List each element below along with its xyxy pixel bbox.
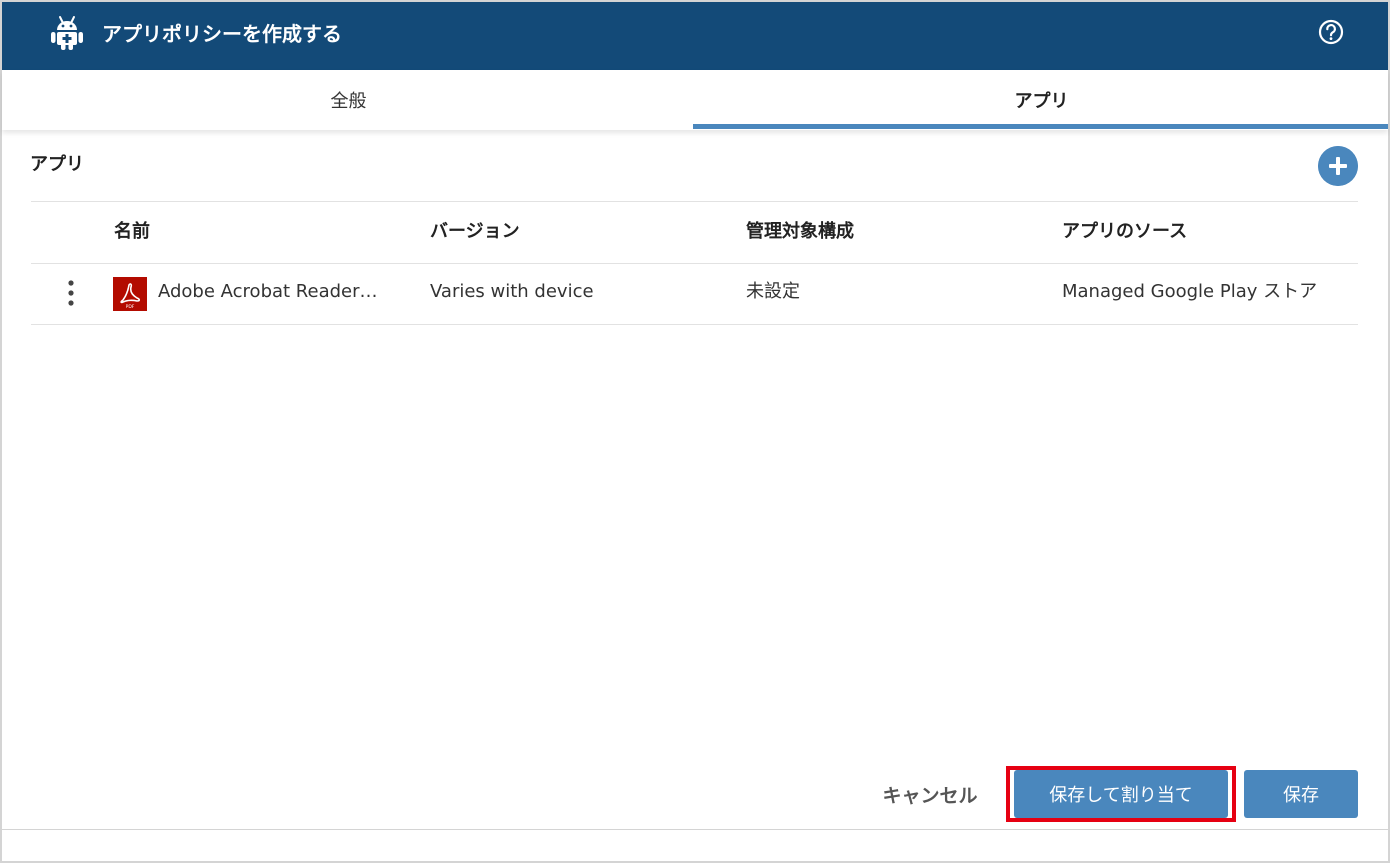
table-top-divider bbox=[31, 201, 1358, 202]
dialog-header: アプリポリシーを作成する bbox=[2, 2, 1388, 70]
active-tab-indicator bbox=[693, 124, 1388, 129]
table-header-divider bbox=[31, 263, 1358, 264]
column-header-version: バージョン bbox=[430, 221, 520, 242]
column-header-managed-config: 管理対象構成 bbox=[746, 221, 854, 242]
save-button[interactable]: 保存 bbox=[1244, 770, 1358, 818]
cancel-button[interactable]: キャンセル bbox=[870, 770, 990, 818]
tab-bar: 全般 アプリ bbox=[2, 70, 1388, 130]
tab-general[interactable]: 全般 bbox=[2, 70, 695, 130]
svg-text:PDF: PDF bbox=[126, 304, 135, 310]
table-row-divider bbox=[31, 324, 1358, 325]
save-and-assign-button[interactable]: 保存して割り当て bbox=[1014, 770, 1228, 818]
dialog-title: アプリポリシーを作成する bbox=[102, 22, 342, 46]
help-circle-icon[interactable] bbox=[1316, 17, 1346, 47]
column-header-name: 名前 bbox=[114, 221, 150, 242]
android-icon bbox=[51, 16, 83, 50]
tab-apps[interactable]: アプリ bbox=[695, 70, 1388, 130]
more-vertical-icon[interactable] bbox=[60, 278, 82, 308]
pdf-icon: PDF bbox=[113, 277, 147, 311]
app-version: Varies with device bbox=[430, 281, 594, 302]
add-app-button[interactable] bbox=[1318, 146, 1358, 186]
footer-divider bbox=[2, 829, 1388, 830]
section-title: アプリ bbox=[30, 154, 84, 175]
app-name[interactable]: Adobe Acrobat Reader… bbox=[158, 279, 378, 305]
app-source: Managed Google Play ストア bbox=[1062, 281, 1318, 302]
column-header-source: アプリのソース bbox=[1062, 221, 1188, 242]
app-managed-config: 未設定 bbox=[746, 281, 800, 302]
